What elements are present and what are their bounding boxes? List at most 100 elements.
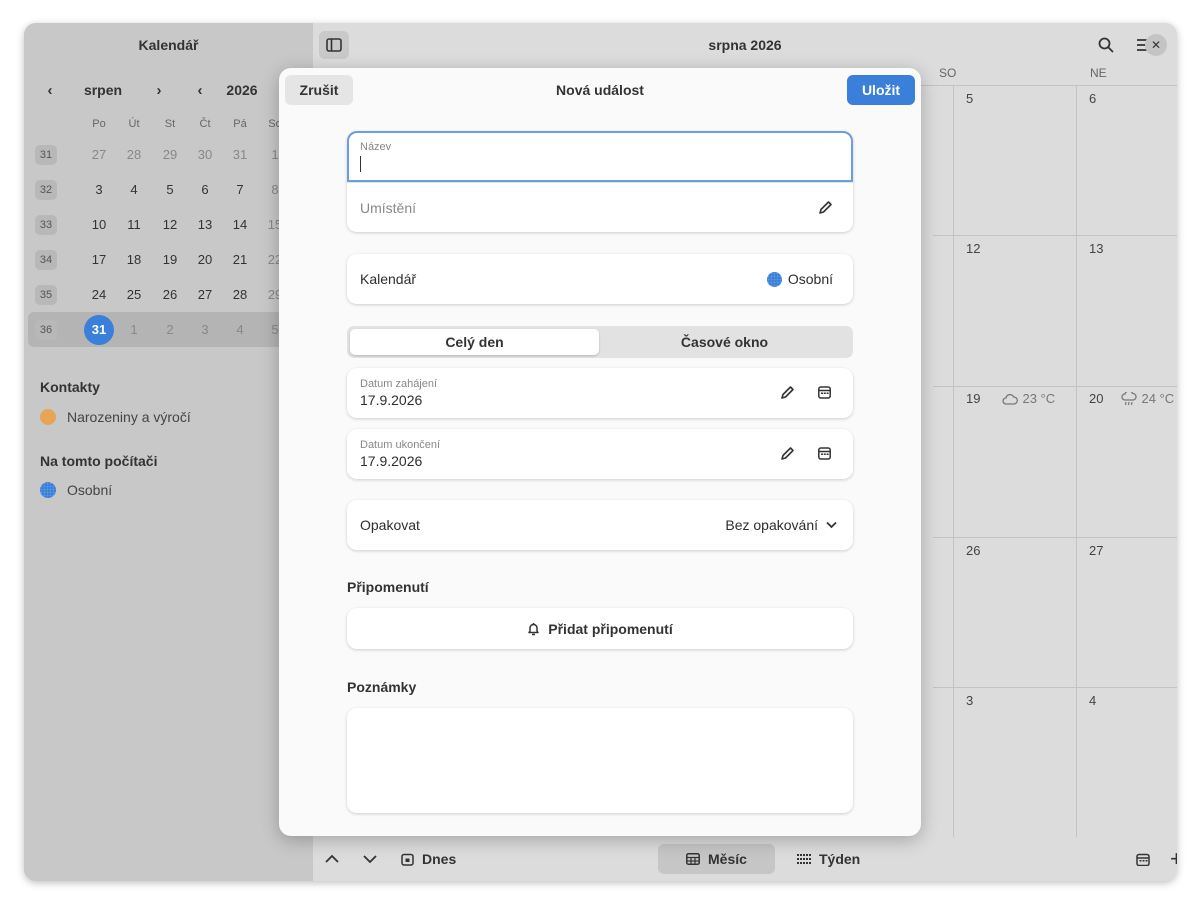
notes-section-title: Poznámky <box>347 679 417 695</box>
day-cell[interactable]: 18 <box>119 242 149 277</box>
calendar-selector-card[interactable]: Kalendář Osobní <box>347 254 853 304</box>
day-cell[interactable]: 3 <box>190 312 220 347</box>
page-title: srpna 2026 <box>708 37 782 53</box>
previous-button[interactable] <box>325 844 339 874</box>
month-grid-icon <box>686 853 700 865</box>
day-cell[interactable]: 31 <box>225 137 255 172</box>
start-date-field[interactable]: Datum zahájení 17.9.2026 <box>347 368 853 418</box>
day-cell[interactable]: 4 <box>225 312 255 347</box>
new-event-dialog: Nová událost Zrušit Uložit Název Umístěn… <box>279 68 921 836</box>
day-cell-20[interactable]: 20 24 °C <box>1089 391 1174 406</box>
tab-time-slot[interactable]: Časové okno <box>599 329 850 355</box>
today-day-cell[interactable]: 31 <box>84 312 114 347</box>
end-date-value: 17.9.2026 <box>360 453 423 469</box>
day-cell[interactable]: 19 <box>155 242 185 277</box>
next-button[interactable] <box>363 844 377 874</box>
day-number[interactable]: 27 <box>1089 543 1103 558</box>
day-cell[interactable]: 28 <box>225 277 255 312</box>
day-cell[interactable]: 6 <box>190 172 220 207</box>
week-number: 35 <box>31 277 61 312</box>
day-number[interactable]: 5 <box>966 91 973 106</box>
calendar-icon <box>818 386 831 399</box>
week-row: 33 10 11 12 13 14 15 <box>28 207 290 242</box>
day-cell-19[interactable]: 19 23 °C <box>966 391 1055 406</box>
day-cell[interactable]: 30 <box>190 137 220 172</box>
day-cell[interactable]: 27 <box>190 277 220 312</box>
calendar-value: Osobní <box>766 271 833 287</box>
reminders-section-title: Připomenutí <box>347 579 429 595</box>
weekday-header: Po <box>92 118 106 130</box>
tab-all-day[interactable]: Celý den <box>350 329 599 355</box>
day-cell[interactable]: 29 <box>155 137 185 172</box>
save-button[interactable]: Uložit <box>847 75 915 105</box>
search-button[interactable] <box>1091 31 1121 59</box>
next-month-button[interactable]: › <box>145 75 173 105</box>
edit-start-date-button[interactable] <box>780 385 795 400</box>
day-cell[interactable]: 4 <box>119 172 149 207</box>
start-date-value: 17.9.2026 <box>360 392 423 408</box>
day-cell[interactable]: 5 <box>155 172 185 207</box>
week-number: 34 <box>31 242 61 277</box>
close-button[interactable]: ✕ <box>1145 34 1167 56</box>
personal-color-dot <box>40 482 56 498</box>
day-cell[interactable]: 10 <box>84 207 114 242</box>
rain-cloud-icon <box>1121 391 1138 405</box>
edit-location-button[interactable] <box>818 200 833 215</box>
plus-icon: + <box>1170 846 1177 871</box>
location-input[interactable]: Umístění <box>347 182 853 232</box>
day-cell[interactable]: 2 <box>155 312 185 347</box>
edit-end-date-button[interactable] <box>780 446 795 461</box>
add-event-button[interactable]: + <box>1170 844 1177 874</box>
day-number[interactable]: 12 <box>966 241 980 256</box>
pencil-icon <box>781 447 794 460</box>
end-date-field[interactable]: Datum ukončení 17.9.2026 <box>347 429 853 479</box>
repeat-row: Opakovat Bez opakování <box>347 500 853 550</box>
prev-month-button[interactable]: ‹ <box>36 75 64 105</box>
close-icon: ✕ <box>1150 38 1162 52</box>
personal-color-dot <box>766 271 782 287</box>
day-cell[interactable]: 11 <box>119 207 149 242</box>
grid-line <box>933 386 1177 387</box>
day-cell[interactable]: 27 <box>84 137 114 172</box>
sidebar-toggle-button[interactable] <box>319 31 349 59</box>
day-cell[interactable]: 7 <box>225 172 255 207</box>
notes-textarea[interactable] <box>347 708 853 813</box>
calendar-item-personal[interactable]: Osobní <box>40 482 112 498</box>
day-cell[interactable]: 25 <box>119 277 149 312</box>
repeat-dropdown[interactable]: Bez opakování <box>725 517 837 533</box>
calendar-item-birthdays[interactable]: Narozeniny a výročí <box>40 409 191 425</box>
day-cell[interactable]: 13 <box>190 207 220 242</box>
month-view-button[interactable]: Měsíc <box>658 844 775 874</box>
day-cell[interactable]: 24 <box>84 277 114 312</box>
day-cell[interactable]: 17 <box>84 242 114 277</box>
start-date-calendar-button[interactable] <box>818 386 831 399</box>
day-cell[interactable]: 21 <box>225 242 255 277</box>
day-number[interactable]: 6 <box>1089 91 1096 106</box>
end-date-card: Datum ukončení 17.9.2026 <box>347 429 853 479</box>
contacts-section-title: Kontakty <box>40 379 100 395</box>
day-cell[interactable]: 1 <box>119 312 149 347</box>
prev-year-button[interactable]: ‹ <box>186 75 214 105</box>
end-date-calendar-button[interactable] <box>818 447 831 460</box>
today-button[interactable]: Dnes <box>401 844 456 874</box>
day-cell[interactable]: 20 <box>190 242 220 277</box>
day-number[interactable]: 13 <box>1089 241 1103 256</box>
day-cell[interactable]: 14 <box>225 207 255 242</box>
day-cell[interactable]: 3 <box>84 172 114 207</box>
repeat-card[interactable]: Opakovat Bez opakování <box>347 500 853 550</box>
day-cell[interactable]: 26 <box>155 277 185 312</box>
week-view-button[interactable]: Týden <box>797 844 860 874</box>
calendar-management-button[interactable] <box>1136 844 1150 874</box>
name-input[interactable]: Název <box>347 131 853 182</box>
day-cell[interactable]: 28 <box>119 137 149 172</box>
local-section-title: Na tomto počítači <box>40 453 158 469</box>
day-number[interactable]: 4 <box>1089 693 1096 708</box>
time-mode-toggle: Celý den Časové okno <box>347 326 853 358</box>
day-number[interactable]: 3 <box>966 693 973 708</box>
add-reminder-button[interactable]: Přidat připomenutí <box>347 608 853 649</box>
mini-year-label: 2026 <box>226 82 258 98</box>
day-number[interactable]: 26 <box>966 543 980 558</box>
day-cell[interactable]: 12 <box>155 207 185 242</box>
cancel-button[interactable]: Zrušit <box>285 75 353 105</box>
grid-line <box>933 235 1177 236</box>
